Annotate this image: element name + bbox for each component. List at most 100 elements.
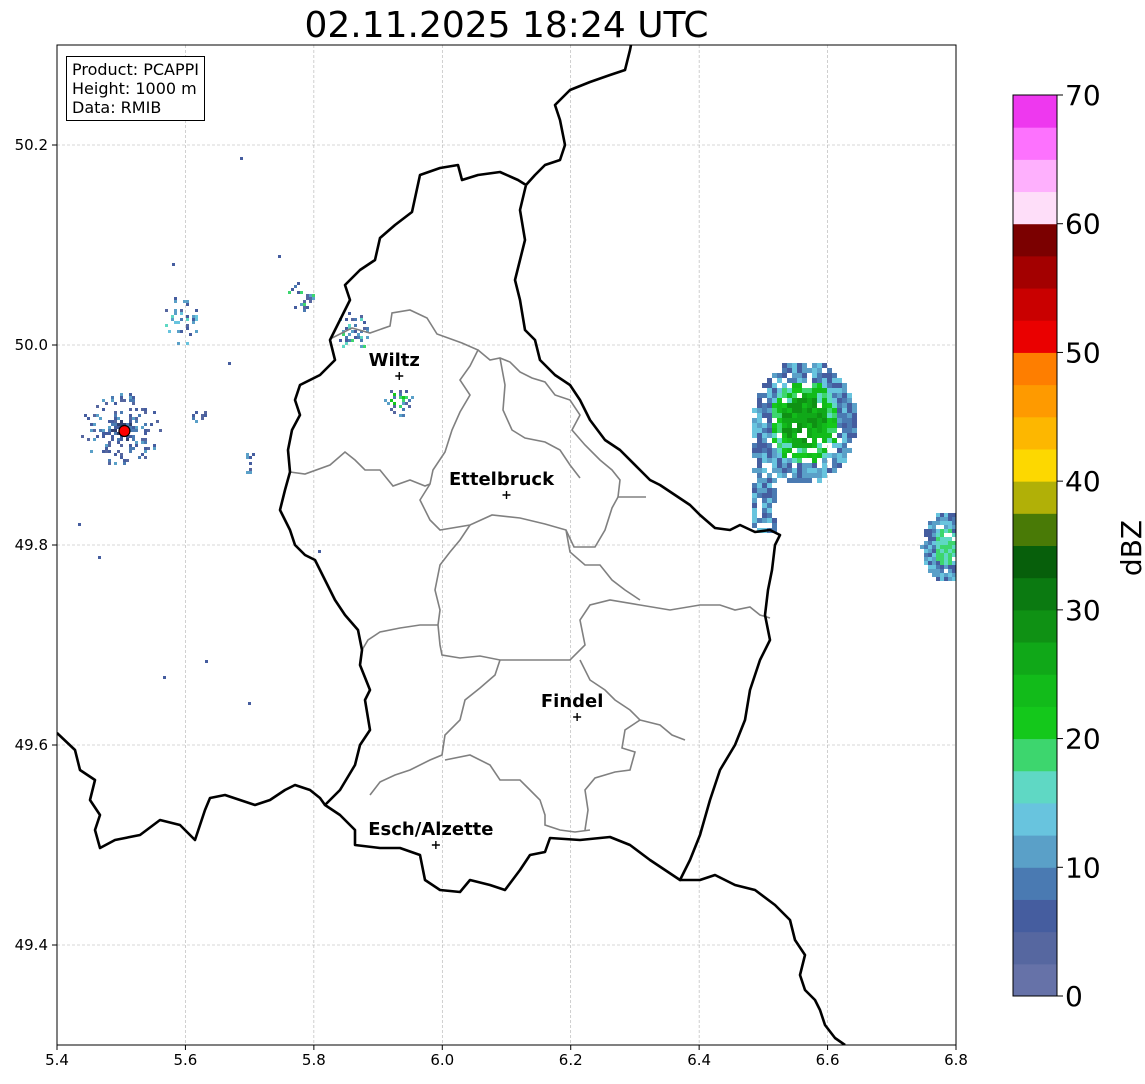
echo-pixel	[762, 428, 767, 433]
echo-pixel	[792, 473, 797, 478]
echo-pixel	[837, 378, 842, 383]
echo-pixel	[928, 553, 932, 557]
echo-pixel	[205, 660, 208, 663]
echo-pixel	[752, 523, 757, 528]
echo-pixel	[111, 423, 114, 426]
echo-pixel	[126, 438, 129, 441]
echo-pixel	[129, 414, 132, 417]
echo-pixel	[757, 428, 762, 433]
echo-pixel	[99, 417, 102, 420]
echo-pixel	[767, 403, 772, 408]
echo-pixel	[956, 561, 960, 565]
echo-pixel	[792, 388, 797, 393]
echo-pixel	[192, 318, 195, 321]
echo-pixel	[309, 294, 312, 297]
echo-pixel	[102, 399, 105, 402]
echo-pixel	[944, 525, 948, 529]
echo-pixel	[144, 432, 147, 435]
echo-pixel	[752, 418, 757, 423]
echo-pixel	[797, 403, 802, 408]
echo-pixel	[772, 413, 777, 418]
echo-pixel	[807, 428, 812, 433]
echo-pixel	[186, 315, 189, 318]
x-tick-label: 5.4	[45, 1051, 69, 1069]
echo-pixel	[399, 405, 402, 408]
echo-pixel	[144, 447, 147, 450]
echo-pixel	[832, 428, 837, 433]
echo-pixel	[762, 408, 767, 413]
echo-pixel	[114, 426, 117, 429]
colorbar-segment	[1013, 738, 1057, 772]
echo-pixel	[827, 428, 832, 433]
echo-pixel	[762, 458, 767, 463]
echo-pixel	[177, 330, 180, 333]
echo-pixel	[822, 413, 827, 418]
echo-pixel	[757, 433, 762, 438]
echo-pixel	[802, 373, 807, 378]
echo-pixel	[932, 537, 936, 541]
colorbar-segment	[1013, 867, 1057, 900]
echo-pixel	[822, 363, 827, 368]
echo-pixel	[956, 549, 960, 553]
echo-pixel	[952, 565, 956, 569]
echo-pixel	[767, 443, 772, 448]
echo-pixel	[928, 565, 932, 569]
echo-pixel	[402, 414, 405, 417]
echo-pixel	[762, 513, 767, 518]
echo-pixel	[787, 378, 792, 383]
echo-pixel	[928, 557, 932, 561]
echo-pixel	[757, 493, 762, 498]
echo-pixel	[812, 473, 817, 478]
echo-pixel	[797, 368, 802, 373]
echo-pixel	[174, 321, 177, 324]
echo-pixel	[153, 447, 156, 450]
echo-pixel	[807, 393, 812, 398]
echo-pixel	[114, 417, 117, 420]
echo-pixel	[309, 300, 312, 303]
echo-pixel	[827, 423, 832, 428]
echo-pixel	[762, 478, 767, 483]
height-text: Height: 1000 m	[72, 79, 197, 98]
echo-pixel	[757, 408, 762, 413]
echo-pixel	[936, 537, 940, 541]
echo-pixel	[797, 388, 802, 393]
echo-pixel	[802, 423, 807, 428]
echo-pixel	[797, 378, 802, 383]
echo-pixel	[787, 388, 792, 393]
echo-pixel	[847, 393, 852, 398]
echo-pixel	[135, 426, 138, 429]
echo-pixel	[832, 403, 837, 408]
echo-pixel	[777, 418, 782, 423]
echo-pixel	[832, 438, 837, 443]
echo-pixel	[842, 388, 847, 393]
echo-pixel	[180, 330, 183, 333]
x-tick-label: 6.6	[816, 1051, 840, 1069]
echo-pixel	[757, 393, 762, 398]
echo-pixel	[787, 433, 792, 438]
echo-pixel	[822, 403, 827, 408]
echo-pixel	[944, 513, 948, 517]
echo-pixel	[782, 368, 787, 373]
echo-pixel	[757, 398, 762, 403]
echo-pixel	[147, 429, 150, 432]
echo-pixel	[837, 458, 842, 463]
echo-pixel	[932, 557, 936, 561]
echo-pixel	[797, 408, 802, 413]
echo-pixel	[105, 402, 108, 405]
echo-pixel	[300, 291, 303, 294]
echo-pixel	[928, 545, 932, 549]
echo-pixel	[797, 413, 802, 418]
echo-pixel	[135, 408, 138, 411]
echo-pixel	[827, 388, 832, 393]
echo-pixel	[339, 339, 342, 342]
echo-pixel	[940, 517, 944, 521]
echo-pixel	[772, 393, 777, 398]
echo-pixel	[827, 398, 832, 403]
echo-pixel	[93, 423, 96, 426]
echo-pixel	[757, 463, 762, 468]
echo-pixel	[787, 408, 792, 413]
echo-pixel	[129, 420, 132, 423]
echo-pixel	[351, 339, 354, 342]
echo-pixel	[772, 403, 777, 408]
echo-pixel	[172, 263, 175, 266]
